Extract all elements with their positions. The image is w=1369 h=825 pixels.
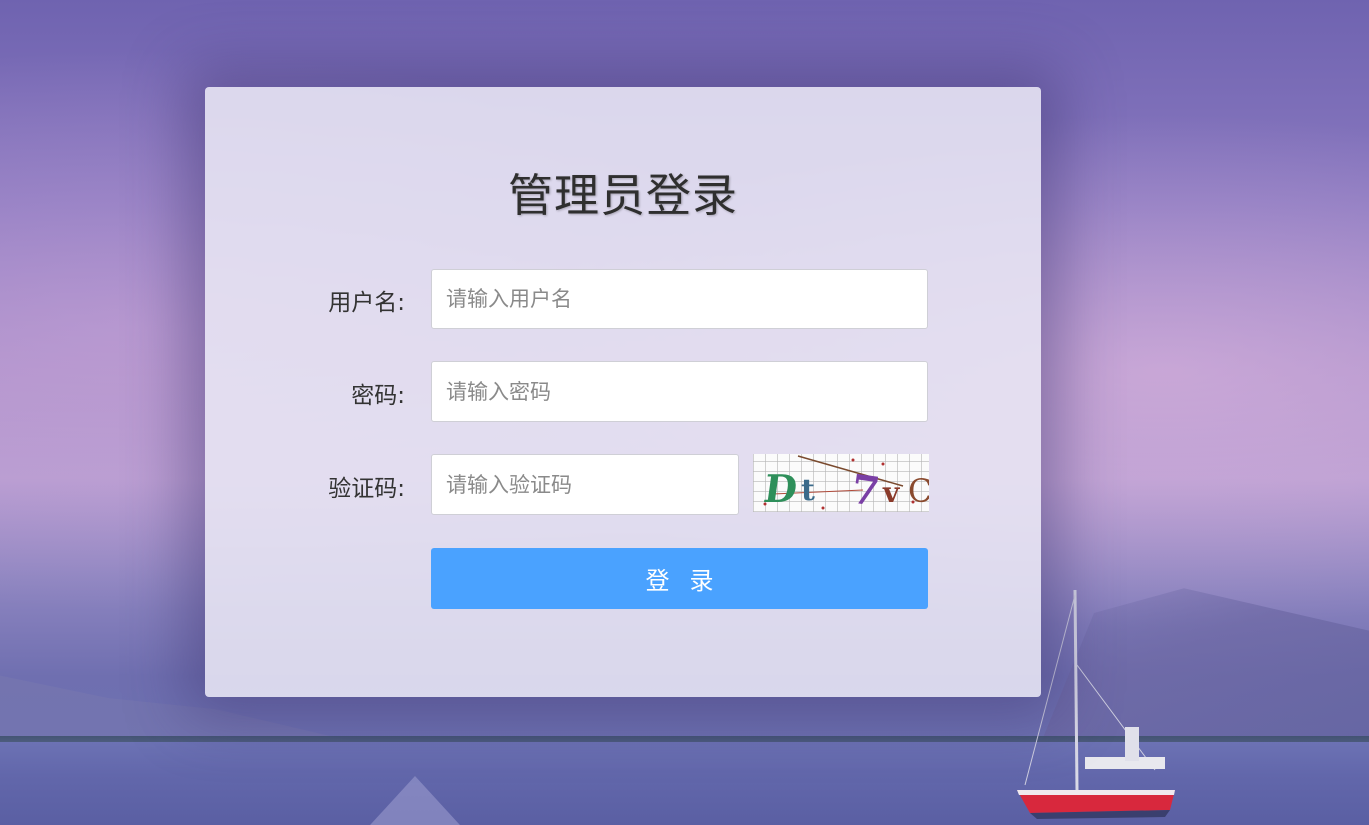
captcha-graphic: D t 7 v C	[761, 455, 929, 512]
captcha-image[interactable]: D t 7 v C	[753, 454, 929, 512]
captcha-char-5: C	[908, 472, 929, 510]
captcha-char-2: t	[801, 473, 815, 508]
username-label: 用户名:	[328, 290, 405, 316]
page-title: 管理员登录	[507, 169, 738, 222]
captcha-char-3: 7	[848, 466, 882, 512]
login-button[interactable]: 登录	[431, 548, 928, 609]
sailboat-image	[1017, 589, 1175, 819]
username-input[interactable]	[431, 269, 928, 329]
captcha-label: 验证码:	[328, 476, 405, 502]
captcha-char-4: v	[882, 476, 900, 509]
captcha-input[interactable]	[431, 454, 739, 515]
login-card: 管理员登录 用户名: 密码: 验证码: D t 7 v C 登录	[205, 87, 1041, 697]
password-label: 密码:	[351, 383, 405, 409]
captcha-char-1: D	[761, 467, 800, 512]
password-input[interactable]	[431, 361, 928, 422]
